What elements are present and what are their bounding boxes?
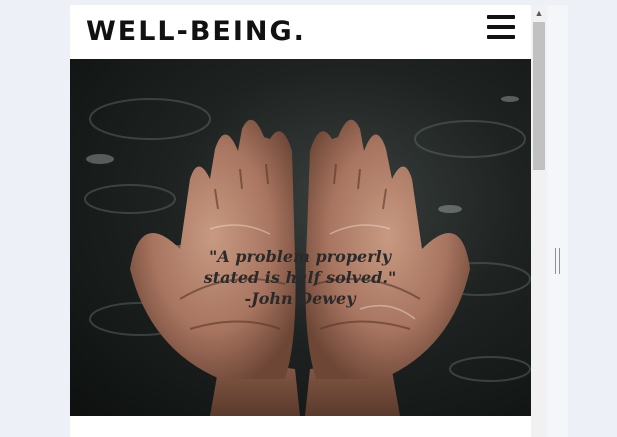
menu-bar (487, 15, 515, 19)
site-logo[interactable]: WELL-BEING. (86, 10, 306, 54)
hero-section: "A problem properly stated is half solve… (70, 59, 531, 416)
page: WELL-BEING. "A problem properly stated i… (0, 0, 617, 437)
quote-line: stated is half solved." (203, 268, 397, 287)
hero-image (84, 96, 531, 416)
vertical-scrollbar[interactable]: ▲ (531, 5, 547, 437)
menu-bar (487, 35, 515, 39)
site-header: WELL-BEING. (70, 5, 531, 59)
quote-author: -John Dewey (244, 289, 356, 308)
site-frame: WELL-BEING. "A problem properly stated i… (70, 5, 547, 437)
menu-bar (487, 25, 515, 29)
hamburger-icon[interactable] (485, 13, 517, 41)
quote-line: "A problem properly (208, 247, 391, 266)
side-pane (547, 5, 568, 437)
arrow-up-icon[interactable]: ▲ (531, 5, 547, 21)
scrollbar-thumb[interactable] (533, 22, 545, 170)
resize-handle[interactable] (555, 248, 560, 274)
hero-quote: "A problem properly stated is half solve… (170, 246, 430, 309)
